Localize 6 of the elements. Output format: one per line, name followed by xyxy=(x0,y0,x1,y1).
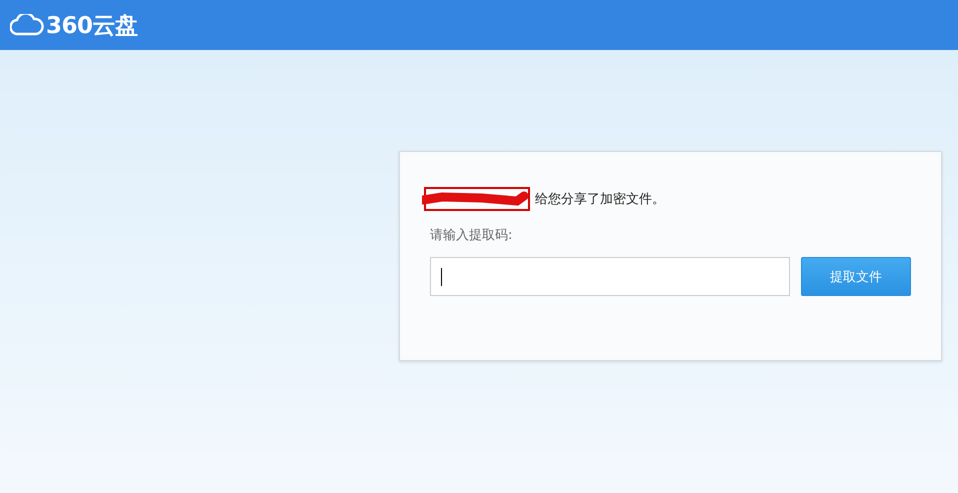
cloud-icon xyxy=(10,14,44,36)
prompt-label: 请输入提取码: xyxy=(430,227,514,244)
extract-file-button[interactable]: 提取文件 xyxy=(801,257,911,296)
code-input-field[interactable] xyxy=(430,257,790,296)
share-message: 给您分享了加密文件。 xyxy=(535,191,665,208)
logo-text: 360云盘 xyxy=(46,12,138,40)
